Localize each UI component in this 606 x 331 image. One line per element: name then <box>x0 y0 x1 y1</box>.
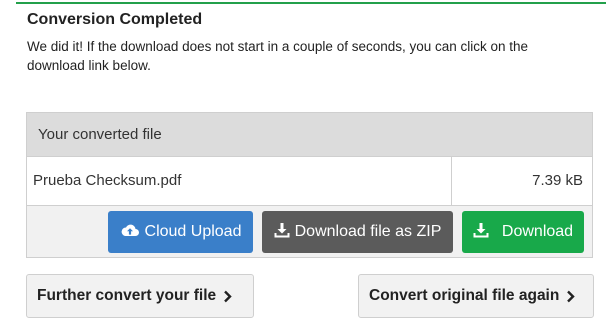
cloud-upload-button[interactable]: Cloud Upload <box>108 211 253 253</box>
convert-again-button[interactable]: Convert original file again <box>358 274 594 318</box>
conversion-result-page: Conversion Completed We did it! If the d… <box>0 0 606 331</box>
cloud-upload-icon <box>120 222 145 243</box>
further-convert-label: Further convert your file <box>37 287 217 304</box>
further-convert-button[interactable]: Further convert your file <box>26 274 254 318</box>
chevron-right-icon <box>223 290 232 303</box>
download-button[interactable]: Download <box>462 211 584 253</box>
panel-header: Your converted file <box>27 113 592 157</box>
file-row: Prueba Checksum.pdf 7.39 kB <box>27 157 592 206</box>
page-title: Conversion Completed <box>27 11 203 28</box>
download-label: Download <box>501 223 574 240</box>
download-icon <box>274 222 295 243</box>
download-zip-button[interactable]: Download file as ZIP <box>262 211 453 253</box>
file-size: 7.39 kB <box>532 172 583 189</box>
status-accent-line <box>16 2 606 4</box>
cloud-upload-label: Cloud Upload <box>144 223 242 240</box>
download-zip-label: Download file as ZIP <box>294 223 442 240</box>
status-message: We did it! If the download does not star… <box>27 39 529 73</box>
download-icon <box>473 222 494 243</box>
convert-again-label: Convert original file again <box>369 287 560 304</box>
file-name: Prueba Checksum.pdf <box>27 157 452 205</box>
chevron-right-icon <box>566 290 576 303</box>
